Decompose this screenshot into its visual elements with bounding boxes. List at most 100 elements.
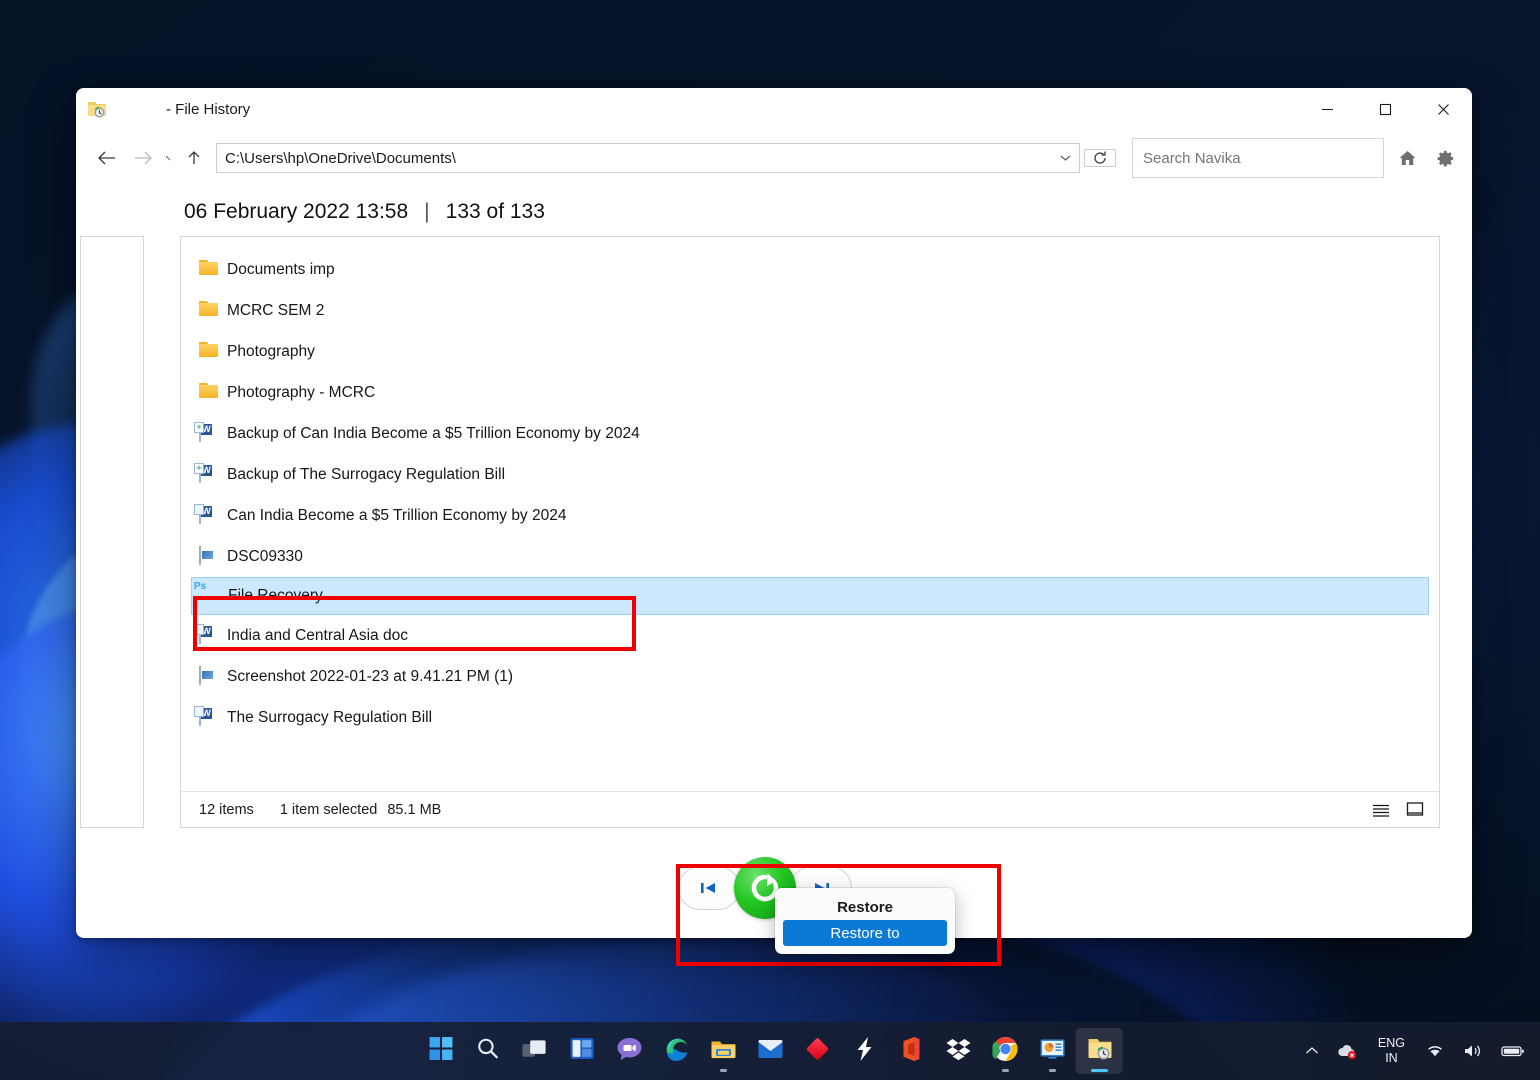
- file-history-folder-icon: [1086, 1036, 1112, 1066]
- battery-icon[interactable]: [1494, 1028, 1532, 1074]
- navigation-bar: C:\Users\hp\OneDrive\Documents\ Search N…: [76, 130, 1472, 186]
- widgets-button[interactable]: [559, 1028, 606, 1074]
- file-history-button[interactable]: [1076, 1028, 1123, 1074]
- taskbar: ENG IN: [0, 1022, 1540, 1080]
- file-explorer-icon: [710, 1037, 736, 1066]
- file-icon: [199, 667, 221, 687]
- file-list-item[interactable]: MCRC SEM 2: [181, 290, 1439, 331]
- adobe-button[interactable]: [794, 1028, 841, 1074]
- language-indicator[interactable]: ENG IN: [1368, 1028, 1415, 1074]
- recent-locations-button[interactable]: [162, 141, 178, 175]
- edge-icon: [663, 1036, 689, 1067]
- file-history-window: - File History: [76, 88, 1472, 938]
- file-list-item[interactable]: The Surrogacy Regulation Bill: [181, 697, 1439, 738]
- view-toggles: [1369, 799, 1427, 821]
- office-icon: [899, 1036, 923, 1067]
- file-history-folder-icon: [86, 98, 108, 120]
- file-list-item[interactable]: Photography - MCRC: [181, 372, 1439, 413]
- task-view-button[interactable]: [512, 1028, 559, 1074]
- taskbar-running-indicator: [1002, 1069, 1009, 1072]
- file-list-item[interactable]: DSC09330: [181, 536, 1439, 577]
- up-button[interactable]: [180, 141, 208, 175]
- chat-button[interactable]: [606, 1028, 653, 1074]
- search-input[interactable]: Search Navika: [1132, 138, 1384, 178]
- refresh-button[interactable]: [1084, 149, 1116, 167]
- lightning-s-icon: [853, 1036, 875, 1067]
- file-list-item[interactable]: Documents imp: [181, 249, 1439, 290]
- file-icon: [199, 547, 221, 567]
- file-list-item[interactable]: India and Central Asia doc: [181, 615, 1439, 656]
- context-menu-item[interactable]: Restore to: [783, 920, 947, 946]
- red-diamond-icon: [804, 1036, 830, 1067]
- status-selection: 1 item selected: [280, 802, 378, 818]
- file-list-item[interactable]: Backup of The Surrogacy Regulation Bill: [181, 454, 1439, 495]
- navigation-pane: [80, 236, 144, 828]
- file-list-item[interactable]: Can India Become a $5 Trillion Economy b…: [181, 495, 1439, 536]
- details-view-icon[interactable]: [1369, 799, 1393, 821]
- taskbar-running-indicator: [720, 1069, 727, 1072]
- file-icon: [200, 586, 222, 606]
- home-icon[interactable]: [1392, 140, 1422, 176]
- wifi-icon[interactable]: [1418, 1028, 1452, 1074]
- file-list-item[interactable]: Backup of Can India Become a $5 Trillion…: [181, 413, 1439, 454]
- tray-overflow-button[interactable]: [1298, 1028, 1326, 1074]
- large-icons-view-icon[interactable]: [1403, 799, 1427, 821]
- widgets-icon: [570, 1036, 595, 1066]
- status-item-count: 12 items: [199, 802, 254, 818]
- close-button[interactable]: [1414, 88, 1472, 130]
- volume-icon[interactable]: [1455, 1028, 1491, 1074]
- cloud-error-icon[interactable]: [1329, 1028, 1365, 1074]
- file-name-label: India and Central Asia doc: [227, 627, 408, 645]
- address-input[interactable]: C:\Users\hp\OneDrive\Documents\: [216, 143, 1052, 173]
- history-datetime: 06 February 2022 13:58: [184, 200, 408, 224]
- file-list-item[interactable]: Screenshot 2022-01-23 at 9.41.21 PM (1): [181, 656, 1439, 697]
- edge-button[interactable]: [653, 1028, 700, 1074]
- powerpoint-button[interactable]: [1029, 1028, 1076, 1074]
- file-list[interactable]: Documents impMCRC SEM 2Photography Photog…: [181, 237, 1439, 791]
- start-button[interactable]: [418, 1028, 465, 1074]
- address-bar[interactable]: C:\Users\hp\OneDrive\Documents\: [216, 143, 1080, 173]
- task-view-icon: [522, 1038, 549, 1065]
- mail-icon: [757, 1038, 783, 1065]
- shareit-button[interactable]: [841, 1028, 888, 1074]
- language-line2: IN: [1385, 1051, 1398, 1066]
- context-menu-item[interactable]: Restore: [783, 894, 947, 920]
- windows-logo-icon: [429, 1036, 454, 1066]
- file-name-label: File Recovery: [228, 587, 323, 605]
- file-list-item-selected[interactable]: File Recovery: [191, 577, 1429, 615]
- language-line1: ENG: [1378, 1036, 1405, 1051]
- back-button[interactable]: [90, 141, 124, 175]
- search-icon: [476, 1036, 501, 1066]
- forward-button[interactable]: [126, 141, 160, 175]
- minimize-button[interactable]: [1298, 88, 1356, 130]
- file-name-label: Photography - MCRC: [227, 384, 375, 402]
- taskbar-items: [418, 1028, 1123, 1074]
- file-name-label: The Surrogacy Regulation Bill: [227, 709, 432, 727]
- status-bar: 12 items 1 item selected 85.1 MB: [181, 791, 1439, 827]
- file-name-label: Can India Become a $5 Trillion Economy b…: [227, 507, 566, 525]
- content-area: Documents impMCRC SEM 2Photography Photog…: [76, 236, 1472, 828]
- word-backup-document-icon: [199, 423, 201, 442]
- status-size: 85.1 MB: [387, 802, 441, 818]
- restore-context-menu[interactable]: RestoreRestore to: [775, 888, 955, 954]
- file-name-label: DSC09330: [227, 548, 303, 566]
- maximize-button[interactable]: [1356, 88, 1414, 130]
- chevron-down-icon[interactable]: [1052, 143, 1080, 173]
- previous-version-button[interactable]: [678, 866, 740, 910]
- mail-button[interactable]: [747, 1028, 794, 1074]
- search-button[interactable]: [465, 1028, 512, 1074]
- gear-icon[interactable]: [1430, 140, 1460, 176]
- file-icon: [199, 506, 221, 526]
- file-name-label: Backup of The Surrogacy Regulation Bill: [227, 466, 505, 484]
- file-icon: [199, 383, 221, 403]
- desktop: - File History: [0, 0, 1540, 1080]
- office-button[interactable]: [888, 1028, 935, 1074]
- chrome-button[interactable]: [982, 1028, 1029, 1074]
- taskbar-running-indicator: [1091, 1069, 1108, 1072]
- history-counter: 133 of 133: [446, 200, 545, 224]
- file-icon: [199, 424, 221, 444]
- file-list-item[interactable]: Photography: [181, 331, 1439, 372]
- dropbox-button[interactable]: [935, 1028, 982, 1074]
- word-document-icon: [199, 625, 201, 644]
- file-explorer-button[interactable]: [700, 1028, 747, 1074]
